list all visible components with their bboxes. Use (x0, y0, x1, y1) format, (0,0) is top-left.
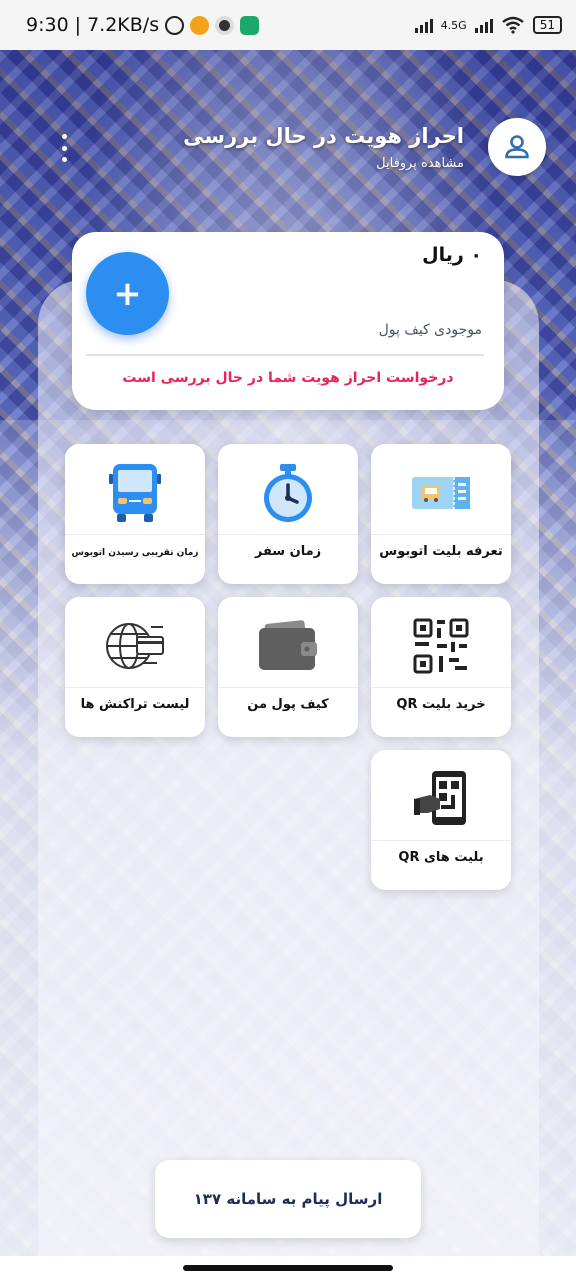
status-speed: 7.2KB/s (87, 14, 160, 36)
auth-status-title: احراز هویت در حال بررسی (183, 124, 464, 148)
tile-label: لیست تراکنش ها (80, 697, 190, 712)
send-message-137-button[interactable]: ارسال پیام به سامانه ۱۳۷ (155, 1160, 421, 1238)
globe-card-icon (106, 623, 164, 669)
avatar[interactable] (488, 118, 546, 176)
wallet-balance-label: موجودی کیف پول (378, 322, 482, 338)
stopwatch-icon (264, 464, 312, 522)
wallet-balance: ۰ ریال (422, 244, 482, 266)
qr-code-icon (413, 618, 469, 674)
shield-icon (240, 15, 260, 35)
app-dot-icon (215, 15, 235, 35)
phone-qr-icon (414, 771, 466, 825)
view-profile-link[interactable]: مشاهده پروفایل (376, 156, 464, 171)
wallet-icon (259, 620, 317, 670)
tile-transaction-list[interactable]: لیست تراکنش ها (65, 597, 205, 737)
signal-2-icon (474, 17, 493, 33)
tile-label: بلیت های QR (398, 850, 484, 865)
app-e-icon (190, 15, 210, 35)
user-icon (505, 135, 529, 159)
navigation-bar (0, 1256, 576, 1280)
more-options-icon[interactable] (56, 134, 72, 162)
tile-label: کیف پول من (247, 697, 329, 712)
tile-trip-time[interactable]: زمان سفر (218, 444, 358, 584)
divider (86, 354, 484, 356)
tile-qr-tickets[interactable]: بلیت های QR (371, 750, 511, 890)
tile-buy-qr-ticket[interactable]: خرید بلیت QR (371, 597, 511, 737)
status-time: 9:30 (26, 14, 69, 36)
tile-my-wallet[interactable]: کیف پول من (218, 597, 358, 737)
profile-header: احراز هویت در حال بررسی مشاهده پروفایل (0, 110, 576, 190)
battery-icon: 51 (532, 16, 562, 34)
auth-pending-message: درخواست احراز هویت شما در حال بررسی است (122, 370, 454, 386)
tile-bus-arrival[interactable]: زمان تقریبی رسیدن اتوبوس (65, 444, 205, 584)
bus-icon (109, 464, 161, 522)
network-type: 4.5G (440, 18, 467, 32)
tile-bus-fare[interactable]: تعرفه بلیت اتوبوس (371, 444, 511, 584)
wallet-card: + ۰ ریال موجودی کیف پول درخواست احراز هو… (72, 232, 504, 410)
tile-label: تعرفه بلیت اتوبوس (379, 544, 503, 559)
tile-label: خرید بلیت QR (396, 697, 486, 712)
status-bar: 9:30 | 7.2KB/s 4.5G 51 (0, 0, 576, 50)
signal-icon (414, 17, 433, 33)
alarm-icon (165, 15, 185, 35)
ticket-icon (412, 477, 470, 509)
wifi-icon (501, 16, 524, 34)
tile-label: زمان تقریبی رسیدن اتوبوس (71, 548, 199, 558)
home-gesture-handle[interactable] (183, 1265, 393, 1271)
tile-label: زمان سفر (254, 544, 322, 559)
add-funds-button[interactable]: + (86, 252, 169, 335)
